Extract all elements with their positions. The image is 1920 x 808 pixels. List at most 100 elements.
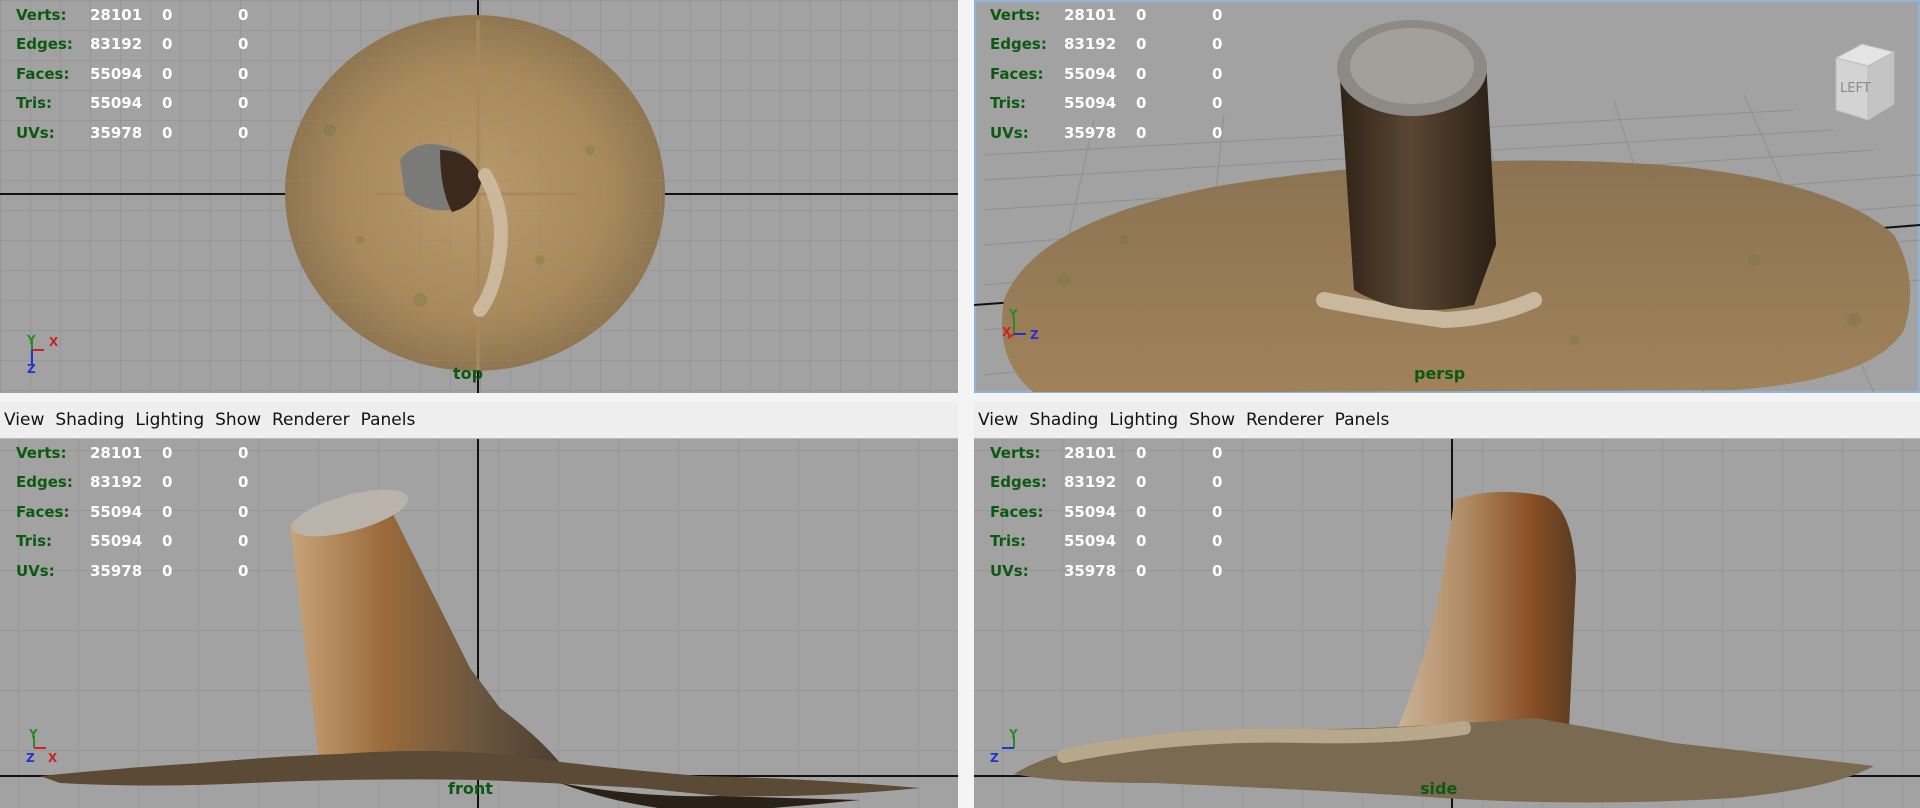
viewport-canvas-persp[interactable] [974, 0, 1920, 393]
hud-value: 28101 [1064, 5, 1117, 24]
hud-row-uvs: UVs: 35978 0 0 [990, 556, 1222, 586]
hud-label: Edges: [990, 473, 1047, 492]
hud-value: 55094 [90, 532, 143, 551]
viewport-side[interactable]: View Shading Lighting Show Renderer Pane… [974, 402, 1920, 808]
hud-label: UVs: [16, 561, 55, 580]
hud-row-verts: Verts: 28101 0 0 [990, 438, 1222, 468]
menu-shading[interactable]: Shading [1027, 410, 1107, 430]
axis-label-z: Z [990, 751, 999, 765]
hud-value: 0 [162, 5, 173, 24]
menu-panels[interactable]: Panels [359, 410, 425, 430]
hud-value: 0 [162, 473, 173, 492]
hud-stats-front: Verts: 28101 0 0 Edges: 83192 0 0 Faces: 55094 0… [16, 438, 248, 586]
view-cube-label: LEFT [1840, 81, 1871, 96]
hud-row-tris: Tris: 55094 0 0 [990, 89, 1222, 119]
menu-view[interactable]: View [976, 410, 1027, 430]
hud-label: Tris: [990, 532, 1027, 551]
vertical-divider[interactable] [958, 0, 974, 808]
hud-value: 83192 [90, 473, 143, 492]
hud-label: Verts: [16, 443, 67, 462]
hud-stats-side: Verts: 28101 0 0 Edges: 83192 0 0 Faces: 55094 0… [990, 438, 1222, 586]
viewport-canvas-top[interactable] [0, 0, 958, 393]
viewport-menubar-front: View Shading Lighting Show Renderer Pane… [0, 402, 958, 439]
hud-row-tris: Tris: 55094 0 0 [16, 89, 248, 119]
view-cube[interactable]: LEFT [1822, 36, 1902, 126]
hud-label: Verts: [990, 5, 1041, 24]
hud-label: Tris: [16, 94, 53, 113]
hud-value: 0 [1212, 561, 1223, 580]
hud-value: 0 [1136, 532, 1147, 551]
hud-value: 0 [238, 473, 249, 492]
hud-value: 0 [1212, 35, 1223, 54]
hud-value: 0 [1212, 443, 1223, 462]
hud-label: Faces: [990, 502, 1044, 521]
viewport-persp[interactable]: Verts: 28101 0 0 Edges: 83192 0 0 Faces: 55094 0… [974, 0, 1920, 393]
hud-value: 0 [1136, 5, 1147, 24]
hud-value: 0 [162, 502, 173, 521]
hud-value: 0 [1136, 123, 1147, 142]
menu-lighting[interactable]: Lighting [1107, 410, 1187, 430]
hud-value: 0 [238, 561, 249, 580]
hud-label: Verts: [16, 5, 67, 24]
hud-row-tris: Tris: 55094 0 0 [990, 527, 1222, 557]
hud-row-faces: Faces: 55094 0 0 [16, 59, 248, 89]
hud-value: 35978 [1064, 123, 1117, 142]
hud-value: 0 [238, 443, 249, 462]
hud-value: 0 [238, 123, 249, 142]
hud-value: 83192 [1064, 35, 1117, 54]
hud-value: 0 [1212, 94, 1223, 113]
hud-row-tris: Tris: 55094 0 0 [16, 527, 248, 557]
hud-row-uvs: UVs: 35978 0 0 [16, 118, 248, 148]
hud-row-faces: Faces: 55094 0 0 [16, 497, 248, 527]
hud-row-uvs: UVs: 35978 0 0 [16, 556, 248, 586]
axis-label-y: Y [28, 728, 38, 741]
hud-value: 0 [238, 532, 249, 551]
viewport-top[interactable]: Verts: 28101 0 0 Edges: 83192 0 0 Faces: 55094 0… [0, 0, 958, 393]
hud-row-faces: Faces: 55094 0 0 [990, 59, 1222, 89]
hud-label: Verts: [990, 443, 1041, 462]
viewport-name-side: side [1420, 779, 1458, 798]
axis-gizmo-front: Y Z X [26, 728, 58, 765]
hud-value: 0 [1136, 561, 1147, 580]
hud-label: UVs: [16, 123, 55, 142]
viewport-front[interactable]: View Shading Lighting Show Renderer Pane… [0, 402, 958, 808]
scene-front [0, 438, 958, 808]
hud-value: 0 [162, 561, 173, 580]
hud-value: 83192 [1064, 473, 1117, 492]
hud-value: 0 [1136, 502, 1147, 521]
menu-shading[interactable]: Shading [53, 410, 133, 430]
hud-label: Faces: [16, 64, 70, 83]
hud-label: Edges: [16, 35, 73, 54]
axis-label-y: Y [26, 333, 36, 347]
hud-value: 28101 [90, 5, 143, 24]
viewport-name-persp: persp [1414, 364, 1466, 383]
menu-renderer[interactable]: Renderer [270, 410, 359, 430]
menu-renderer[interactable]: Renderer [1244, 410, 1333, 430]
menu-view[interactable]: View [2, 410, 53, 430]
hud-value: 0 [1212, 473, 1223, 492]
menu-lighting[interactable]: Lighting [133, 410, 213, 430]
hud-label: UVs: [990, 123, 1029, 142]
axis-label-y: Y [1008, 728, 1018, 741]
menu-show[interactable]: Show [1187, 410, 1244, 430]
hud-value: 0 [1136, 35, 1147, 54]
viewport-canvas-front[interactable] [0, 438, 958, 808]
scene-top [0, 0, 958, 393]
menu-panels[interactable]: Panels [1333, 410, 1399, 430]
hud-value: 0 [1212, 5, 1223, 24]
hud-row-verts: Verts: 28101 0 0 [16, 0, 248, 30]
axis-label-z: Z [1030, 328, 1039, 342]
hud-value: 0 [238, 64, 249, 83]
menu-show[interactable]: Show [213, 410, 270, 430]
hud-value: 55094 [90, 94, 143, 113]
hud-value: 0 [162, 35, 173, 54]
hud-value: 0 [1212, 502, 1223, 521]
viewport-name-front: front [448, 779, 493, 798]
hud-label: Tris: [16, 532, 53, 551]
hud-value: 0 [162, 443, 173, 462]
hud-label: Edges: [16, 473, 73, 492]
hud-value: 0 [1136, 94, 1147, 113]
viewport-canvas-side[interactable] [974, 438, 1920, 808]
hud-row-edges: Edges: 83192 0 0 [16, 468, 248, 498]
hud-value: 0 [162, 94, 173, 113]
